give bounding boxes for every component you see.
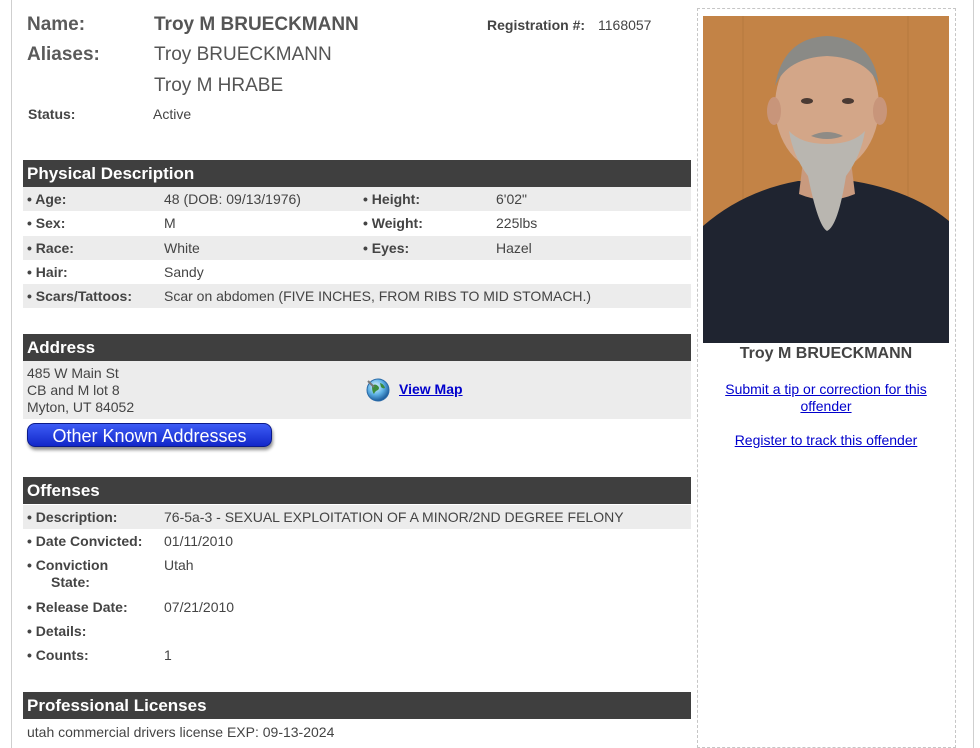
weight-label: • Weight:	[363, 215, 423, 231]
physical-row: • Race: White • Eyes: Hazel	[23, 236, 691, 260]
conviction-state-label: State:	[51, 574, 90, 590]
address-line: 485 W Main St	[27, 365, 119, 381]
counts-label: • Counts:	[27, 647, 89, 663]
eyes-label: • Eyes:	[363, 240, 410, 256]
offense-row: • Release Date: 07/21/2010	[23, 595, 691, 619]
photo-caption: Troy M BRUECKMANN	[739, 345, 913, 362]
release-date-value: 07/21/2010	[164, 599, 235, 615]
race-label: • Race:	[27, 240, 74, 256]
status-label: Status:	[28, 106, 76, 122]
alias-item: Troy BRUECKMANN	[154, 44, 332, 65]
hair-value: Sandy	[164, 264, 204, 280]
conviction-state-value: Utah	[164, 557, 194, 573]
sex-value: M	[164, 215, 176, 231]
physical-description-heading: Physical Description	[23, 160, 691, 187]
conviction-state-label: • Conviction	[27, 557, 109, 573]
registration-label: Registration #:	[487, 17, 586, 33]
date-convicted-label: • Date Convicted:	[27, 533, 143, 549]
eyes-value: Hazel	[496, 240, 532, 256]
globe-icon[interactable]	[365, 376, 391, 402]
scars-label: • Scars/Tattoos:	[27, 288, 132, 304]
counts-value: 1	[164, 647, 172, 663]
address-line: Myton, UT 84052	[27, 399, 135, 415]
offenses-heading: Offenses	[23, 477, 691, 504]
height-value: 6'02"	[496, 191, 528, 207]
address-heading: Address	[23, 334, 691, 361]
offense-row: • Conviction State: Utah	[23, 553, 691, 593]
sex-label: • Sex:	[27, 215, 66, 231]
license-text: utah commercial drivers license EXP: 09-…	[27, 724, 335, 740]
description-label: • Description:	[27, 509, 118, 525]
physical-row: • Hair: Sandy	[23, 260, 691, 284]
physical-row: • Sex: M • Weight: 225lbs	[23, 211, 691, 235]
left-border	[11, 0, 12, 748]
registration-number: 1168057	[598, 17, 652, 33]
offender-photo[interactable]	[703, 16, 949, 343]
height-label: • Height:	[363, 191, 421, 207]
offense-row: • Date Convicted: 01/11/2010	[23, 529, 691, 553]
weight-value: 225lbs	[496, 215, 538, 231]
right-border	[973, 0, 974, 748]
other-known-addresses-button[interactable]: Other Known Addresses	[27, 423, 272, 447]
offense-row: • Details:	[23, 619, 691, 643]
professional-licenses-heading: Professional Licenses	[23, 692, 691, 719]
date-convicted-value: 01/11/2010	[164, 533, 234, 549]
offender-name: Troy M BRUECKMANN	[154, 14, 359, 35]
scars-value: Scar on abdomen (FIVE INCHES, FROM RIBS …	[164, 288, 592, 304]
name-label: Name:	[27, 14, 86, 35]
address-line: CB and M lot 8	[27, 382, 120, 398]
status-value: Active	[153, 106, 192, 122]
description-value: 76-5a-3 - SEXUAL EXPLOITATION OF A MINOR…	[164, 509, 624, 525]
hair-label: • Hair:	[27, 264, 68, 280]
age-label: • Age:	[27, 191, 67, 207]
age-value: 48 (DOB: 09/13/1976)	[164, 191, 301, 207]
register-track-link[interactable]: Register to track this offender	[703, 432, 949, 449]
alias-item: Troy M HRABE	[154, 75, 284, 96]
license-row: utah commercial drivers license EXP: 09-…	[23, 720, 691, 744]
physical-row: • Age: 48 (DOB: 09/13/1976) • Height: 6'…	[23, 187, 691, 211]
submit-tip-link[interactable]: Submit a tip or correction for this offe…	[703, 381, 949, 415]
details-label: • Details:	[27, 623, 87, 639]
aliases-label: Aliases:	[27, 44, 100, 65]
address-box: 485 W Main St CB and M lot 8 Myton, UT 8…	[23, 361, 691, 419]
release-date-label: • Release Date:	[27, 599, 128, 615]
physical-row: • Scars/Tattoos: Scar on abdomen (FIVE I…	[23, 284, 691, 308]
offense-row: • Counts: 1	[23, 643, 691, 667]
race-value: White	[164, 240, 200, 256]
view-map-link[interactable]: View Map	[399, 381, 463, 397]
offense-row: • Description: 76-5a-3 - SEXUAL EXPLOITA…	[23, 505, 691, 529]
